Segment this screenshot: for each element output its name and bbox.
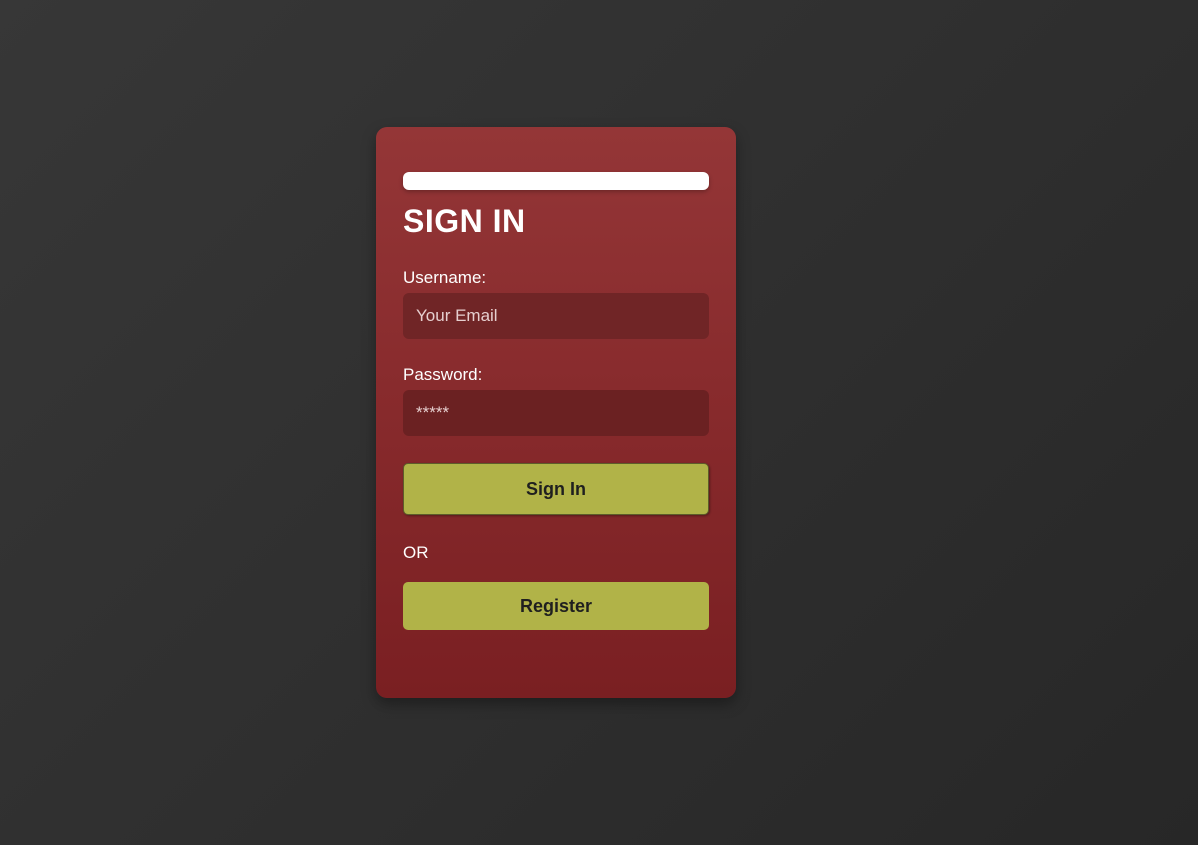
password-input[interactable] bbox=[403, 390, 709, 436]
register-button[interactable]: Register bbox=[403, 582, 709, 630]
password-label: Password: bbox=[403, 365, 483, 384]
username-label: Username: bbox=[403, 268, 487, 287]
username-input[interactable] bbox=[403, 293, 709, 339]
page-title: SIGN IN bbox=[403, 203, 526, 239]
top-bar bbox=[403, 172, 709, 190]
signin-card: SIGN IN Username: Password: Sign In OR R… bbox=[376, 127, 736, 698]
or-divider-text: OR bbox=[403, 543, 429, 562]
signin-button[interactable]: Sign In bbox=[403, 463, 709, 515]
